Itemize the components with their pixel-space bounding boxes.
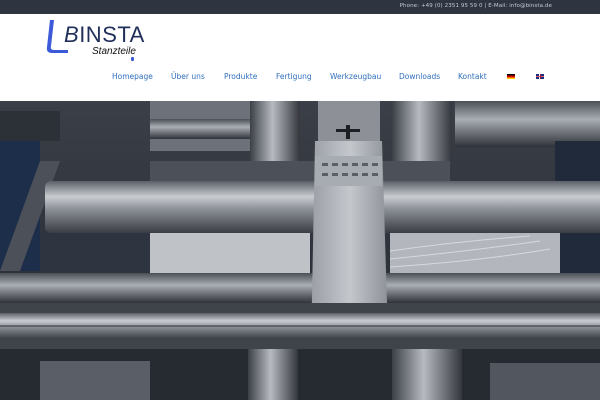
british-flag-icon[interactable] <box>536 74 544 79</box>
nav-item-homepage[interactable]: Homepage <box>112 72 153 81</box>
nav-item-ueber-uns[interactable]: Über uns <box>171 72 205 81</box>
top-contact-bar: Phone: +49 (0) 2351 95 59 0 | E-Mail: in… <box>0 0 600 14</box>
nav-item-fertigung[interactable]: Fertigung <box>276 72 312 81</box>
site-logo[interactable]: BINSTA Stanzteile <box>44 19 154 64</box>
main-navigation: Homepage Über uns Produkte Fertigung Wer… <box>0 72 600 86</box>
nav-item-produkte[interactable]: Produkte <box>224 72 257 81</box>
nav-item-kontakt[interactable]: Kontakt <box>458 72 487 81</box>
nav-item-downloads[interactable]: Downloads <box>399 72 440 81</box>
german-flag-icon[interactable] <box>507 74 515 79</box>
nav-item-werkzeugbau[interactable]: Werkzeugbau <box>330 72 381 81</box>
logo-tagline: Stanzteile <box>92 46 136 57</box>
contact-info[interactable]: Phone: +49 (0) 2351 95 59 0 | E-Mail: in… <box>400 3 552 9</box>
logo-accent <box>131 57 134 61</box>
hero-image <box>0 101 600 400</box>
logo-wordmark: BINSTA <box>64 22 145 48</box>
site-header: BINSTA Stanzteile Homepage Über uns Prod… <box>0 14 600 101</box>
logo-wordmark-b: B <box>64 22 80 47</box>
stamping-press-illustration <box>0 101 600 400</box>
logo-wordmark-rest: INSTA <box>79 22 145 47</box>
